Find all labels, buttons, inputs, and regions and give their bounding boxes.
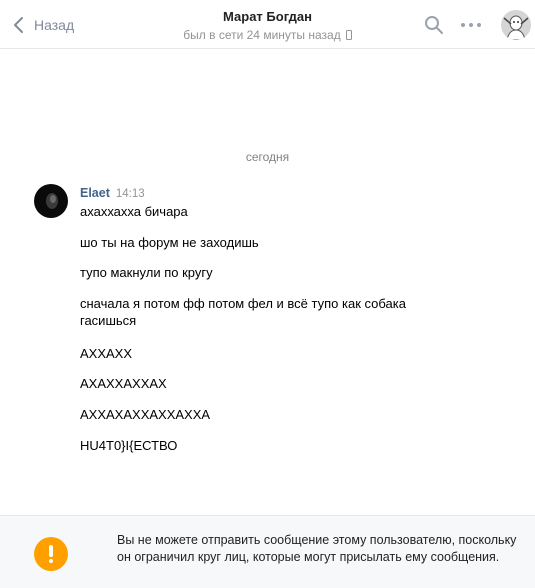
chevron-left-icon xyxy=(14,17,23,33)
conversation-title-block: Марат Богдан был в сети 24 минуты назад xyxy=(160,9,375,44)
message-line: АХАХХАХХАХ xyxy=(80,376,167,391)
message-header: Elaet 14:13 xyxy=(80,186,145,200)
message-line: АХХАХХ xyxy=(80,346,133,361)
message-line: ахаххахха бичара xyxy=(80,204,188,219)
blocked-notice: Вы не можете отправить сообщение этому п… xyxy=(0,515,535,588)
message-time: 14:13 xyxy=(115,188,145,200)
chat-header: Назад Марат Богдан был в сети 24 минуты … xyxy=(0,0,535,49)
more-dots-icon[interactable] xyxy=(459,15,483,35)
message-author[interactable]: Elaet xyxy=(80,186,110,200)
sender-avatar-image xyxy=(34,184,68,218)
online-status-text: был в сети 24 минуты назад xyxy=(183,28,341,42)
search-icon[interactable] xyxy=(424,15,444,35)
online-status: был в сети 24 минуты назад xyxy=(183,27,352,43)
mobile-phone-icon xyxy=(345,30,352,40)
sender-avatar[interactable] xyxy=(34,184,68,218)
contact-avatar[interactable] xyxy=(501,10,531,40)
exclamation-circle-icon xyxy=(34,537,68,571)
message-line: шо ты на форум не заходишь xyxy=(80,235,259,250)
contact-avatar-image xyxy=(501,10,531,40)
back-label: Назад xyxy=(34,17,75,33)
back-button[interactable]: Назад xyxy=(12,13,74,37)
message-line: HU4T0}I{ЕСТВО xyxy=(80,438,178,453)
message-line: тупо макнули по кругу xyxy=(80,265,213,280)
message-line: сначала я потом фф потом фел и всё тупо … xyxy=(80,296,406,328)
message-line: АХХАХАХХАХХАХХА xyxy=(80,407,211,422)
date-separator: сегодня xyxy=(245,150,290,164)
blocked-notice-text: Вы не можете отправить сообщение этому п… xyxy=(117,533,517,564)
contact-name[interactable]: Марат Богдан xyxy=(160,9,375,25)
